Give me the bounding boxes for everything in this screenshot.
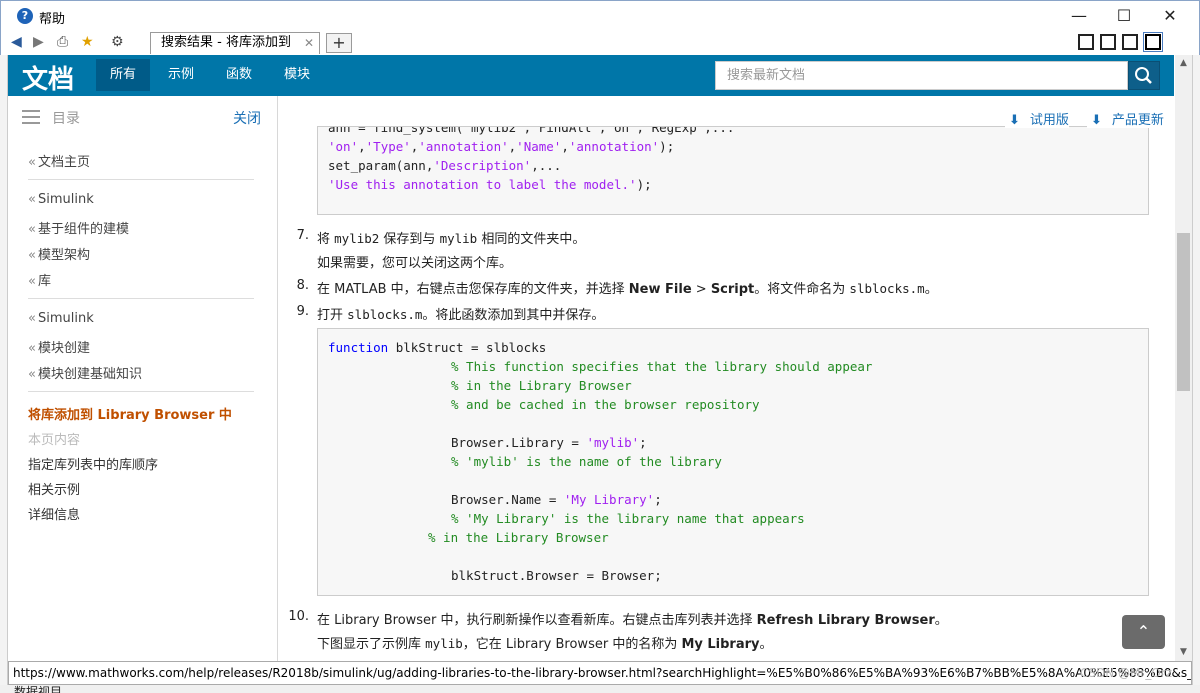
- window-right-edge: [1192, 55, 1200, 693]
- toc-sidebar: 目录 关闭 «文档主页 «Simulink «基于组件的建模 «模型架构 «库 …: [8, 96, 278, 661]
- doc-brand[interactable]: 文档: [22, 59, 74, 96]
- search-button[interactable]: [1128, 61, 1160, 90]
- toc-section-library-order[interactable]: 指定库列表中的库顺序: [28, 454, 158, 473]
- code-line: 'on','Type','annotation','Name','annotat…: [328, 139, 675, 154]
- doc-content: ann = find_system('mylib2','FindAll','on…: [279, 96, 1174, 661]
- new-tab-button[interactable]: +: [326, 33, 352, 53]
- scroll-to-top-button[interactable]: ⌃: [1122, 615, 1165, 649]
- bottom-clipped-text: 数据视目: [14, 685, 63, 693]
- scroll-up-arrow-icon[interactable]: ▲: [1175, 55, 1192, 72]
- settings-gear-icon[interactable]: ⚙: [111, 32, 124, 52]
- nav-functions[interactable]: 函数: [212, 59, 266, 91]
- toc-item-doc-home[interactable]: «文档主页: [28, 151, 90, 170]
- nav-all[interactable]: 所有: [96, 59, 151, 91]
- toc-divider: [28, 179, 254, 180]
- chevron-left-icon: «: [28, 311, 36, 326]
- code-line: 'Use this annotation to label the model.…: [328, 177, 652, 192]
- minimize-button[interactable]: —: [1064, 5, 1094, 27]
- code-comment: % 'My Library' is the library name that …: [451, 511, 805, 526]
- scrollbar-thumb[interactable]: [1177, 233, 1190, 391]
- code-comment: % and be cached in the browser repositor…: [451, 397, 760, 412]
- window-left-edge: [0, 55, 8, 693]
- code-line: ann = find_system('mylib2','FindAll','on…: [328, 127, 735, 135]
- chevron-up-icon: ⌃: [1136, 622, 1151, 641]
- toc-on-this-page: 本页内容: [28, 433, 81, 448]
- toc-divider: [28, 298, 254, 299]
- help-app-icon: ?: [17, 8, 33, 24]
- download-arrow-icon: ⬇: [1009, 113, 1020, 128]
- forward-arrow-icon[interactable]: ▶: [33, 32, 44, 52]
- code-comment: % 'mylib' is the name of the library: [451, 454, 722, 469]
- chevron-left-icon: «: [28, 248, 36, 263]
- toc-item-component-modeling[interactable]: «基于组件的建模: [28, 218, 129, 237]
- window-titlebar: ? 帮助 — ☐ ✕: [0, 0, 1200, 30]
- toc-item-block-basics[interactable]: «模块创建基础知识: [28, 363, 142, 382]
- toc-title: 目录: [52, 111, 80, 127]
- layout-grid-icon[interactable]: [1078, 34, 1094, 50]
- watermark: CSDN @Mr_Orz: [1080, 666, 1172, 680]
- code-comment: % This function specifies that the libra…: [451, 359, 873, 374]
- favorites-star-icon[interactable]: ★: [81, 32, 94, 52]
- browser-tab[interactable]: 搜索结果 - 将库添加到 ✕: [150, 32, 320, 54]
- chevron-left-icon: «: [28, 222, 36, 237]
- download-arrow-icon: ⬇: [1091, 113, 1102, 128]
- toc-section-more-info[interactable]: 详细信息: [28, 504, 80, 523]
- toc-header: 目录 关闭: [8, 96, 277, 139]
- maximize-button[interactable]: ☐: [1109, 5, 1139, 27]
- code-line: Browser.Library = 'mylib';: [451, 435, 647, 450]
- code-comment: % in the Library Browser: [451, 378, 632, 393]
- vertical-scrollbar[interactable]: ▲ ▼: [1175, 55, 1192, 661]
- product-updates-link[interactable]: ⬇ 产品更新: [1087, 109, 1164, 128]
- layout-single-icon[interactable]: [1143, 32, 1163, 52]
- toc-item-simulink-2[interactable]: «Simulink: [28, 311, 94, 326]
- close-window-button[interactable]: ✕: [1155, 5, 1185, 27]
- layout-split-horizontal-icon[interactable]: [1122, 34, 1138, 50]
- search-icon: [1135, 67, 1152, 84]
- code-block-slblocks: function blkStruct = slblocks % This fun…: [317, 328, 1149, 596]
- search-input[interactable]: 搜索最新文档: [715, 61, 1128, 90]
- chevron-left-icon: «: [28, 274, 36, 289]
- code-block-annotation: ann = find_system('mylib2','FindAll','on…: [317, 126, 1149, 215]
- code-line: Browser.Name = 'My Library';: [451, 492, 662, 507]
- code-comment: % in the Library Browser: [428, 530, 609, 545]
- toc-divider: [28, 391, 254, 392]
- layout-split-vertical-icon[interactable]: [1100, 34, 1116, 50]
- status-bar-url: https://www.mathworks.com/help/releases/…: [8, 661, 1192, 685]
- toc-section-related-examples[interactable]: 相关示例: [28, 479, 80, 498]
- chevron-left-icon: «: [28, 367, 36, 382]
- bottom-edge: 数据视目: [0, 685, 1200, 693]
- toc-item-model-architecture[interactable]: «模型架构: [28, 244, 90, 263]
- trial-link[interactable]: ⬇ 试用版: [1005, 109, 1069, 128]
- scroll-down-arrow-icon[interactable]: ▼: [1175, 644, 1192, 661]
- toc-item-block-creation[interactable]: «模块创建: [28, 337, 90, 356]
- toc-current-page: 将库添加到 Library Browser 中: [28, 408, 232, 423]
- code-line: set_param(ann,'Description',...: [328, 158, 562, 173]
- back-arrow-icon[interactable]: ◀: [11, 32, 22, 52]
- toc-item-library[interactable]: «库: [28, 270, 51, 289]
- chevron-left-icon: «: [28, 341, 36, 356]
- doc-header: 文档 所有 示例 函数 模块 搜索最新文档: [8, 55, 1174, 96]
- code-line: blkStruct.Browser = Browser;: [451, 568, 662, 583]
- nav-blocks[interactable]: 模块: [270, 59, 324, 91]
- chevron-left-icon: «: [28, 192, 36, 207]
- tab-close-icon[interactable]: ✕: [304, 33, 314, 53]
- menu-hamburger-icon[interactable]: [22, 110, 40, 124]
- window-title: 帮助: [39, 12, 66, 27]
- code-line: function blkStruct = slblocks: [328, 340, 547, 355]
- print-icon[interactable]: ⎙: [57, 32, 68, 52]
- tab-label: 搜索结果 - 将库添加到: [161, 35, 291, 50]
- chevron-left-icon: «: [28, 155, 36, 170]
- toc-close-link[interactable]: 关闭: [233, 108, 261, 128]
- toc-item-simulink[interactable]: «Simulink: [28, 192, 94, 207]
- nav-examples[interactable]: 示例: [154, 59, 208, 91]
